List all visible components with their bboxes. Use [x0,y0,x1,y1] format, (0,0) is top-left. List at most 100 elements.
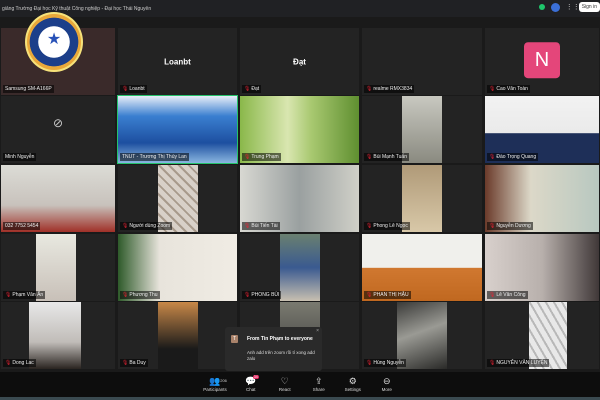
participant-name: Phương Thu [129,292,158,298]
participant-name-tag: 🎙 Trung Phạm [242,153,281,161]
participant-tile[interactable]: 🎙 Trung Phạm [239,95,360,164]
participant-name: Dong Lac [12,360,34,366]
participant-tile[interactable]: 🎙 Lê Văn Công [484,233,600,302]
avatar: N [524,41,560,78]
muted-mic-icon: 🎙 [244,223,251,229]
muted-mic-icon: 🎙 [489,360,496,366]
muted-mic-icon: 🎙 [366,360,373,366]
participant-name: Lê Văn Công [496,292,526,298]
participant-tile[interactable]: ⊘ Minh Nguyễn [0,95,116,164]
participant-count: 206 [220,378,227,383]
participant-tile[interactable]: 🎙 Phong Lê Ngọc [361,164,483,233]
status-dot-icon [538,4,545,10]
participant-name: Loanbt [129,86,145,92]
participant-name-tag: 🎙 Người dùng Zoom [120,222,173,230]
muted-mic-icon: 🎙 [122,360,129,366]
close-icon[interactable]: × [316,328,319,334]
share-icon: ⇪ [314,376,323,386]
participant-name: Nguyễn Dương [496,223,531,229]
participant-name: Người dùng Zoom [129,223,171,229]
chat-sender: From Tin Phạm to everyone [247,336,313,342]
participant-tile[interactable]: 🎙 PHAN THỊ HẬU [361,233,483,302]
muted-mic-icon: 🎙 [366,86,373,92]
gear-icon: ⚙ [348,376,357,386]
participant-tile[interactable]: 🎙 realme RMX3834 [361,27,483,96]
muted-mic-icon: 🎙 [5,360,12,366]
participant-name: PHAN THỊ HẬU [373,292,409,298]
muted-mic-icon: 🎙 [366,223,373,229]
camera-off-icon: ⊘ [52,115,64,130]
participant-name-tag: 🎙 Hùng Nguyễn [364,359,406,367]
sender-avatar: T [231,335,238,343]
settings-label: Settings [344,387,361,392]
participants-label: Participants [203,387,227,392]
participant-name: Trung Phạm [251,154,279,160]
participant-tile[interactable]: N 🎙 Cao Văn Toàn [484,27,600,96]
chat-notification[interactable]: × T From Tin Phạm to everyone Anh add tr… [225,327,322,371]
participant-name-tag: 🎙 NGUYỄN VĂN LUYỆN [487,359,550,367]
muted-mic-icon: 🎙 [5,292,12,298]
muted-mic-icon: 🎙 [244,154,251,160]
muted-mic-icon: 🎙 [122,86,129,92]
participant-tile[interactable]: 🎙 Người dùng Zoom [117,164,238,233]
apps-grid-icon[interactable]: ⋮⋮ [566,4,580,11]
participant-name-tag: 🎙 Bùi Mạnh Tuấn [364,153,409,161]
react-label: React [278,387,291,392]
muted-mic-icon: 🎙 [244,86,251,92]
video-feed [158,302,198,369]
muted-mic-icon: 🎙 [122,292,129,298]
participant-name-tag: 🎙 Nguyễn Dương [487,222,533,230]
participant-tile[interactable]: 🎙 Bùi Mạnh Tuấn [361,95,483,164]
participant-name-tag: 🎙 Loanbt [120,85,147,93]
participant-tile[interactable]: 🎙 Đào Trọng Quang [484,95,600,164]
participant-name-tag: Minh Nguyễn [3,153,37,161]
participant-name-tag: 🎙 Ba Duy [120,359,148,367]
participant-tile[interactable]: 🎙 Dong Lac [0,301,116,370]
participant-tile[interactable]: 🎙 Hùng Nguyễn [361,301,483,370]
muted-mic-icon: 🎙 [489,154,496,160]
chat-message: Anh add trên zoom rồi tí xong add zalo [247,350,315,361]
participant-tile[interactable]: 🎙 Phạm Văn Ấn [0,233,116,302]
participant-name-tag: 🎙 Phạm Văn Ấn [3,291,46,299]
participant-name: Phong Lê Ngọc [373,223,408,229]
participant-name: Hùng Nguyễn [373,360,404,366]
muted-mic-icon: 🎙 [489,86,496,92]
participant-name-tag: TNUT - Trương Thị Thúy Lan [120,153,189,161]
participant-name-tag: Samsung SM-A166P [3,85,54,93]
participant-name: Phạm Văn Ấn [12,292,44,298]
muted-mic-icon: 🎙 [489,223,496,229]
participant-name: Đào Trọng Quang [496,154,537,160]
participant-name: 032 7752 5454 [5,223,39,229]
participant-tile[interactable]: 🎙 Nguyễn Dương [484,164,600,233]
share-label: Share [312,387,325,392]
video-feed [280,234,320,301]
participant-tile[interactable]: 🎙 PHONG BÙI [239,233,360,302]
participant-tile[interactable]: Đạt 🎙 Đạt [239,27,360,96]
extension-icon[interactable] [550,2,560,12]
participant-tile[interactable]: 🎙 Ba Duy [117,301,238,370]
window-title: giảng Trường Đại học Kỹ thuật Công nghiệ… [2,5,152,12]
participant-tile[interactable]: TNUT - Trương Thị Thúy Lan [117,95,238,164]
participant-name-tag: 032 7752 5454 [3,222,41,230]
sign-in-button[interactable]: Sign in [578,2,600,12]
participant-name-tag: 🎙 Phong Lê Ngọc [364,222,410,230]
participant-tile[interactable]: 🎙 Bùi Tiến Tài [239,164,360,233]
chat-badge: 34 [252,375,259,379]
participant-name-tag: 🎙 realme RMX3834 [364,85,415,93]
participant-name-tag: 🎙 Cao Văn Toàn [487,85,530,93]
participant-name: Samsung SM-A166P [5,86,52,92]
participant-name-tag: 🎙 PHAN THỊ HẬU [364,291,411,299]
participant-tile[interactable]: 🎙 NGUYỄN VĂN LUYỆN [484,301,600,370]
participant-name: Đạt [251,86,260,92]
more-icon: ⊖ [382,376,391,386]
participant-name: PHONG BÙI [251,292,280,298]
meeting-toolbar: 👥 206 Participants 💬 34 Chat ♡ React ⇪ S… [0,372,600,400]
participant-tile[interactable]: 🎙 Phương Thu [117,233,238,302]
participant-name-tag: 🎙 Dong Lac [3,359,36,367]
participant-tile[interactable]: Loanbt 🎙 Loanbt [117,27,238,96]
participant-tile[interactable]: 032 7752 5454 [0,164,116,233]
participant-name-tag: 🎙 Lê Văn Công [487,291,528,299]
muted-mic-icon: 🎙 [489,292,496,298]
muted-mic-icon: 🎙 [244,292,251,298]
participant-name-tag: 🎙 Đạt [242,85,262,93]
